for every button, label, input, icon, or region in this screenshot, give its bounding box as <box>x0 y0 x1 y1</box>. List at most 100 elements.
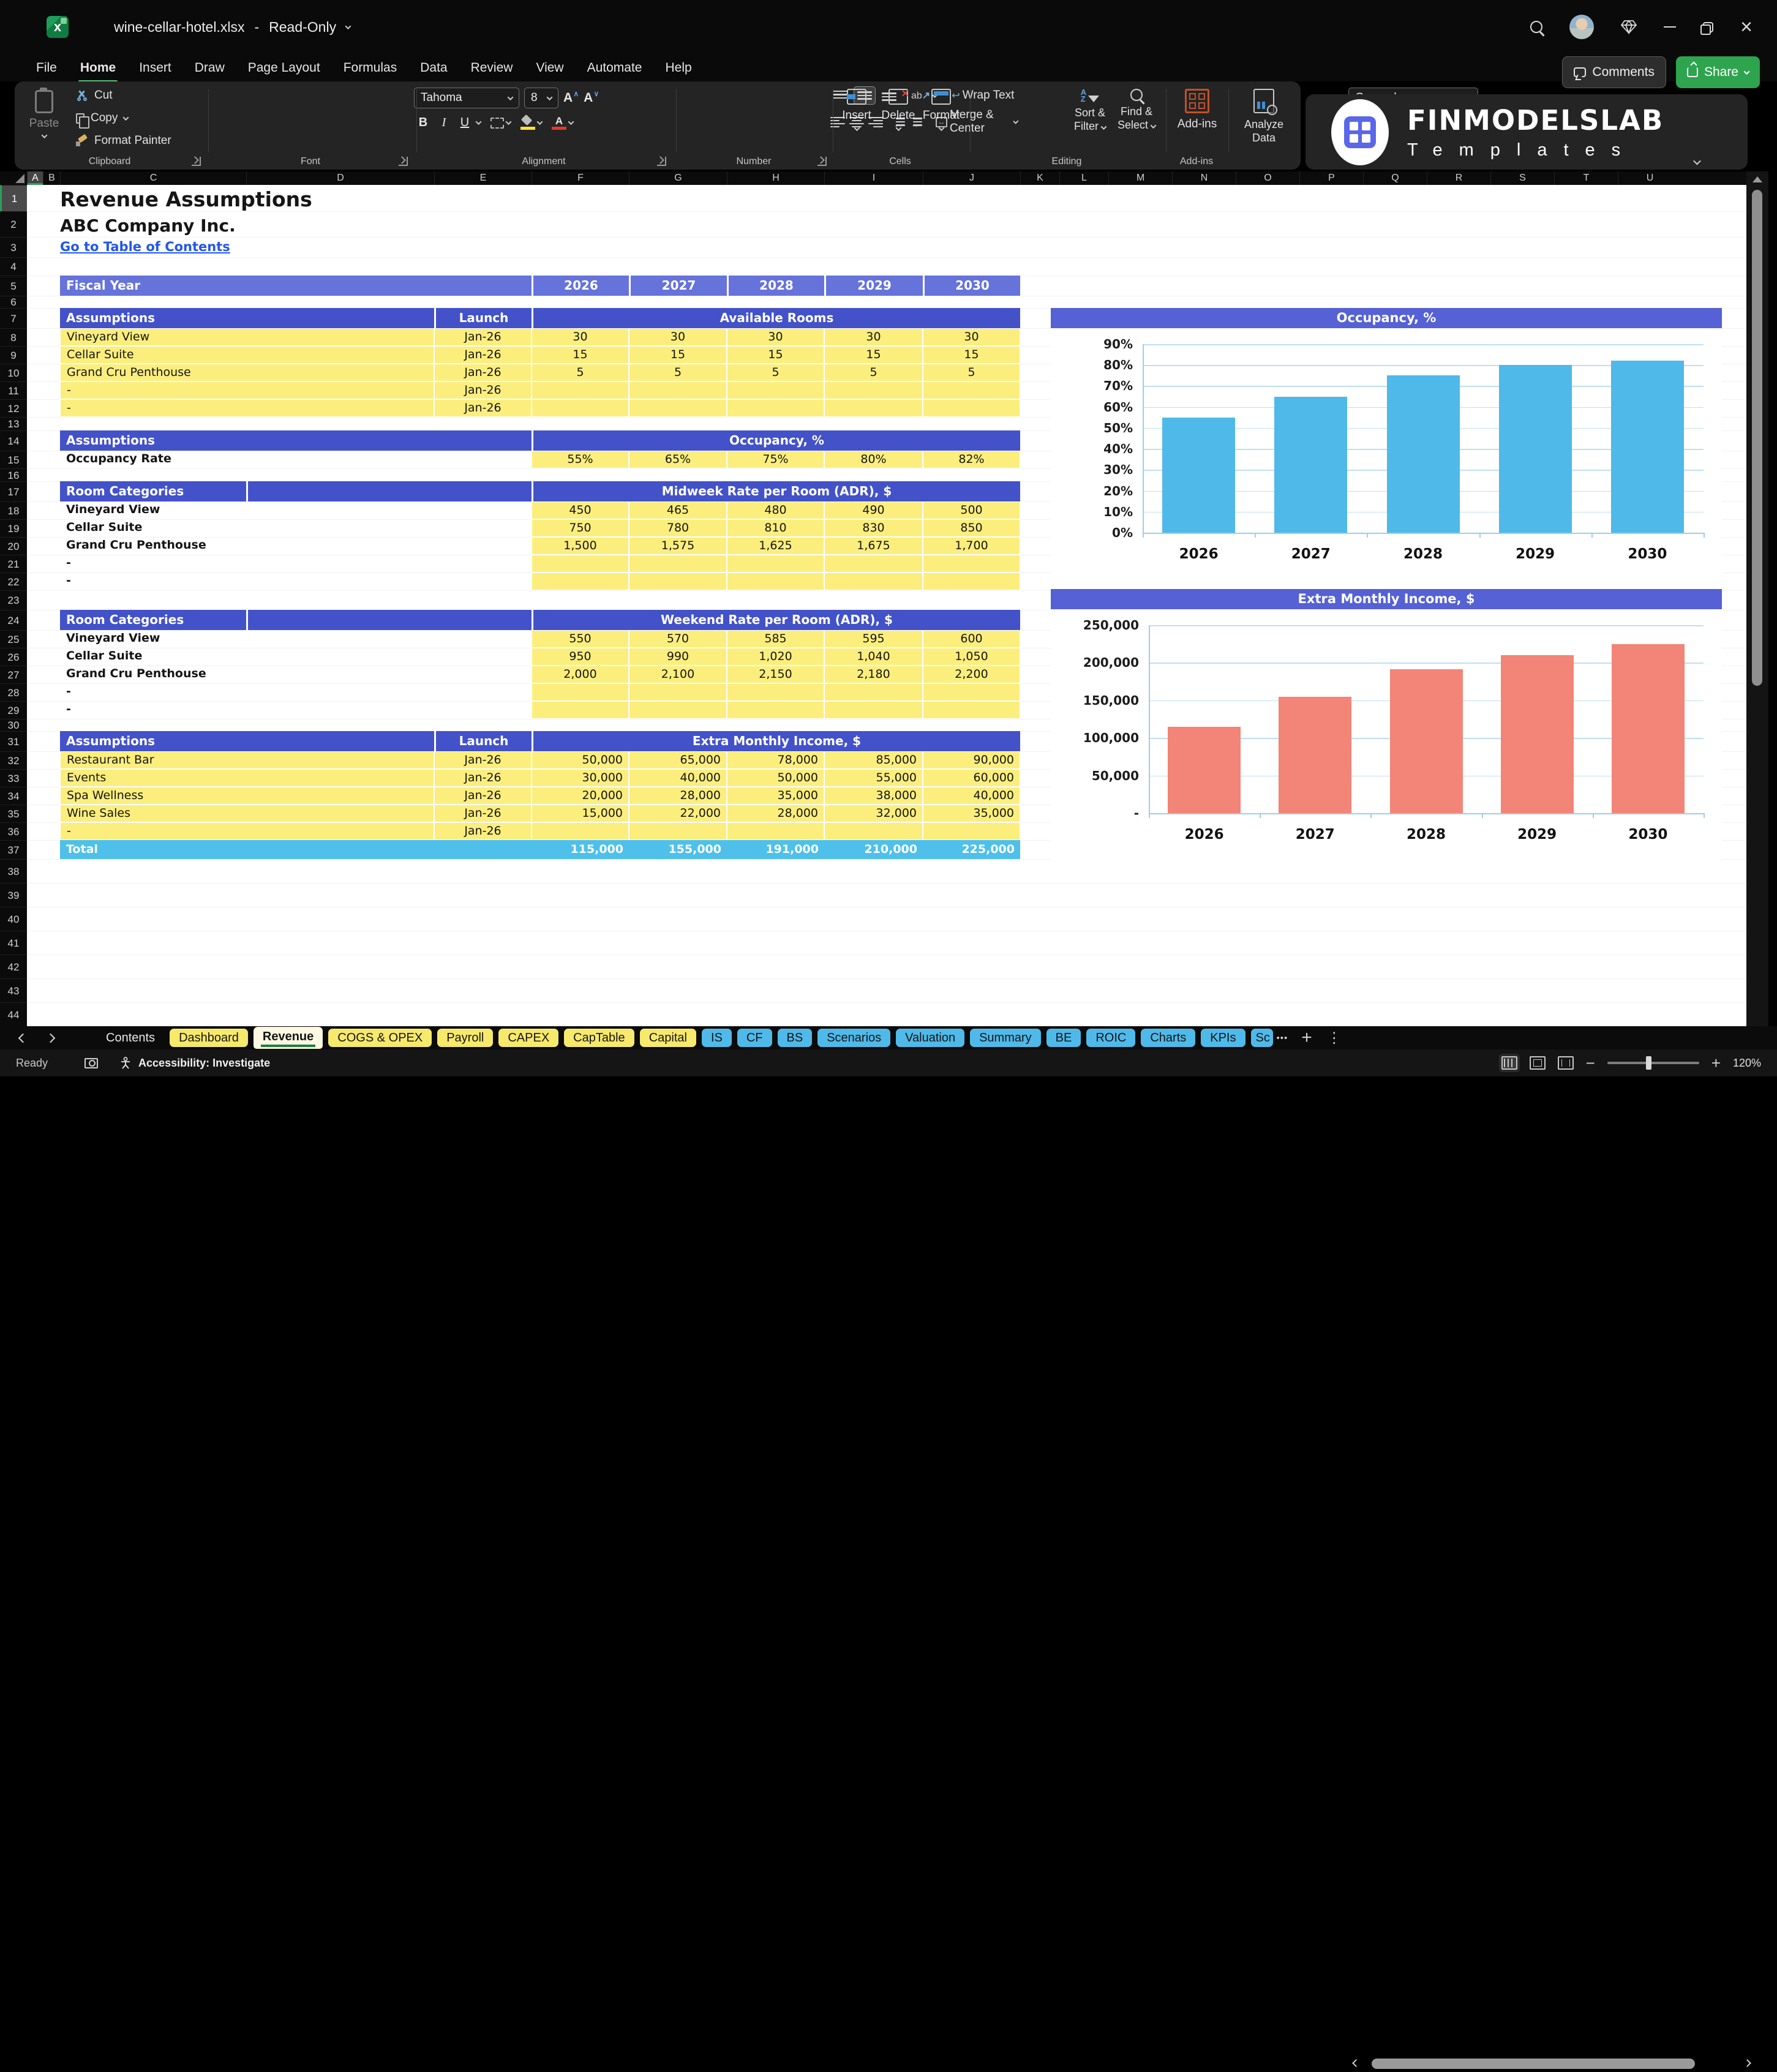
row-header-19[interactable]: 19 <box>0 519 27 537</box>
launch-cell[interactable]: Jan-26 <box>434 399 532 417</box>
value-cell[interactable]: 2,180 <box>824 666 923 683</box>
value-cell[interactable]: 1,500 <box>532 537 629 555</box>
row-header-23[interactable]: 23 <box>0 590 27 610</box>
column-header-D[interactable]: D <box>246 171 434 185</box>
row-label[interactable]: - <box>60 399 434 417</box>
value-cell[interactable] <box>824 381 923 399</box>
sheet-tab-summary[interactable]: Summary <box>970 1029 1041 1047</box>
sheet-tab-valuation[interactable]: Valuation <box>896 1029 964 1047</box>
row-header-25[interactable]: 25 <box>0 630 27 648</box>
value-cell[interactable] <box>923 701 1020 719</box>
value-cell[interactable]: 40,000 <box>629 769 727 787</box>
row-label[interactable]: - <box>60 683 246 701</box>
sheet-tab-dashboard[interactable]: Dashboard <box>170 1029 248 1047</box>
bar-2030[interactable] <box>1612 644 1685 813</box>
row-header-13[interactable]: 13 <box>0 417 27 430</box>
launch-cell[interactable]: Jan-26 <box>434 364 532 381</box>
scroll-up-icon[interactable] <box>1753 176 1762 182</box>
row-label[interactable]: Events <box>60 769 434 787</box>
value-cell[interactable]: 75% <box>727 451 824 468</box>
row-label[interactable]: - <box>60 701 246 719</box>
horizontal-scroll-thumb[interactable] <box>1372 2059 1695 2069</box>
value-cell[interactable]: 490 <box>824 501 923 519</box>
row-header-30[interactable]: 30 <box>0 719 27 731</box>
sheet-tab-capex[interactable]: CAPEX <box>498 1029 558 1047</box>
more-sheets-icon[interactable]: ••• <box>1277 1033 1288 1043</box>
value-cell[interactable] <box>629 572 727 590</box>
scroll-right-icon[interactable] <box>1743 2059 1751 2067</box>
row-headers[interactable]: 1234567891011121314151617181920212223242… <box>0 185 27 1026</box>
value-cell[interactable]: 1,700 <box>923 537 1020 555</box>
column-header-I[interactable]: I <box>824 171 923 185</box>
sheet-tab-is[interactable]: IS <box>702 1029 732 1047</box>
value-cell[interactable]: 500 <box>923 501 1020 519</box>
value-cell[interactable]: 40,000 <box>923 787 1020 805</box>
row-header-24[interactable]: 24 <box>0 610 27 630</box>
launch-cell[interactable]: Jan-26 <box>434 328 532 346</box>
value-cell[interactable] <box>629 381 727 399</box>
bar-2027[interactable] <box>1274 397 1347 533</box>
value-cell[interactable] <box>923 381 1020 399</box>
column-header-H[interactable]: H <box>727 171 824 185</box>
normal-view-icon[interactable] <box>1501 1056 1517 1070</box>
row-label[interactable]: Grand Cru Penthouse <box>60 364 434 381</box>
value-cell[interactable] <box>532 822 629 840</box>
value-cell[interactable] <box>923 683 1020 701</box>
zoom-in-button[interactable]: + <box>1711 1054 1721 1073</box>
value-cell[interactable]: 82% <box>923 451 1020 468</box>
value-cell[interactable] <box>727 701 824 719</box>
tab-options-icon[interactable]: ⋮ <box>1327 1029 1342 1047</box>
prev-sheet-icon[interactable] <box>18 1033 28 1043</box>
value-cell[interactable] <box>532 381 629 399</box>
value-cell[interactable]: 2,000 <box>532 666 629 683</box>
sheet-tab-captable[interactable]: CapTable <box>564 1029 634 1047</box>
value-cell[interactable]: 1,675 <box>824 537 923 555</box>
value-cell[interactable]: 2,100 <box>629 666 727 683</box>
value-cell[interactable]: 80% <box>824 451 923 468</box>
column-header-N[interactable]: N <box>1172 171 1236 185</box>
launch-cell[interactable]: Jan-26 <box>434 769 532 787</box>
zoom-out-button[interactable]: − <box>1586 1054 1595 1073</box>
row-header-42[interactable]: 42 <box>0 955 27 978</box>
value-cell[interactable] <box>824 555 923 572</box>
value-cell[interactable]: 20,000 <box>532 787 629 805</box>
row-header-3[interactable]: 3 <box>0 237 27 257</box>
value-cell[interactable] <box>923 555 1020 572</box>
sheet-tab-cf[interactable]: CF <box>737 1029 772 1047</box>
value-cell[interactable]: 450 <box>532 501 629 519</box>
launch-cell[interactable]: Jan-26 <box>434 346 532 364</box>
value-cell[interactable] <box>629 701 727 719</box>
column-header-A[interactable]: A <box>27 171 43 185</box>
column-headers[interactable]: ABCDEFGHIJKLMNOPQRSTU <box>0 171 1746 185</box>
row-header-36[interactable]: 36 <box>0 822 27 840</box>
value-cell[interactable]: 595 <box>824 630 923 648</box>
bar-2030[interactable] <box>1611 361 1684 533</box>
row-header-29[interactable]: 29 <box>0 701 27 719</box>
value-cell[interactable]: 28,000 <box>629 787 727 805</box>
value-cell[interactable]: 65% <box>629 451 727 468</box>
value-cell[interactable]: 15 <box>923 346 1020 364</box>
value-cell[interactable]: 850 <box>923 519 1020 537</box>
value-cell[interactable]: 600 <box>923 630 1020 648</box>
row-label[interactable]: Grand Cru Penthouse <box>60 666 246 683</box>
bar-2026[interactable] <box>1162 418 1235 533</box>
horizontal-scrollbar[interactable] <box>1353 2056 1750 2072</box>
value-cell[interactable]: 65,000 <box>629 751 727 769</box>
new-sheet-button[interactable]: + <box>1301 1029 1312 1047</box>
launch-cell[interactable]: Jan-26 <box>434 822 532 840</box>
row-header-14[interactable]: 14 <box>0 430 27 451</box>
value-cell[interactable]: 78,000 <box>727 751 824 769</box>
value-cell[interactable] <box>923 399 1020 417</box>
value-cell[interactable]: 30 <box>532 328 629 346</box>
value-cell[interactable]: 5 <box>532 364 629 381</box>
value-cell[interactable]: 30,000 <box>532 769 629 787</box>
value-cell[interactable]: 830 <box>824 519 923 537</box>
column-header-J[interactable]: J <box>923 171 1020 185</box>
column-header-E[interactable]: E <box>434 171 532 185</box>
row-header-32[interactable]: 32 <box>0 751 27 769</box>
row-header-16[interactable]: 16 <box>0 468 27 481</box>
macro-record-icon[interactable] <box>85 1058 98 1068</box>
value-cell[interactable]: 5 <box>824 364 923 381</box>
launch-cell[interactable]: Jan-26 <box>434 805 532 822</box>
row-label[interactable]: Vineyard View <box>60 328 434 346</box>
